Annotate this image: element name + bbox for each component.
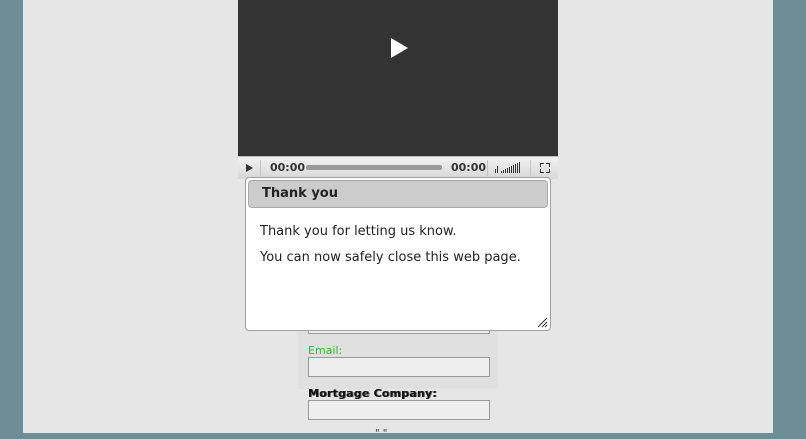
play-button[interactable]	[238, 157, 260, 179]
email-field[interactable]	[308, 357, 490, 377]
mortgage-company-label: Mortgage Company:	[308, 387, 437, 400]
cut-off-label: " "	[375, 428, 388, 439]
big-play-icon[interactable]	[391, 38, 408, 58]
current-time: 00:00	[270, 161, 306, 174]
fullscreen-icon[interactable]	[540, 163, 550, 173]
divider	[487, 160, 488, 176]
dialog-title: Thank you	[262, 186, 338, 201]
divider	[260, 160, 261, 176]
thank-you-dialog: Thank you Thank you for letting us know.…	[245, 177, 551, 331]
dialog-message-line: Thank you for letting us know.	[260, 224, 457, 239]
total-time: 00:00	[451, 161, 487, 174]
resize-handle-icon[interactable]	[536, 316, 548, 328]
video-player[interactable]	[238, 0, 558, 178]
mortgage-company-field[interactable]	[308, 400, 490, 420]
play-icon	[246, 164, 253, 172]
divider	[530, 160, 531, 176]
video-controls: 00:00 00:00	[238, 156, 558, 179]
progress-bar[interactable]	[306, 165, 442, 170]
dialog-message-line: You can now safely close this web page.	[260, 250, 521, 265]
dialog-titlebar[interactable]: Thank you	[248, 180, 548, 208]
email-label: Email:	[308, 344, 343, 357]
